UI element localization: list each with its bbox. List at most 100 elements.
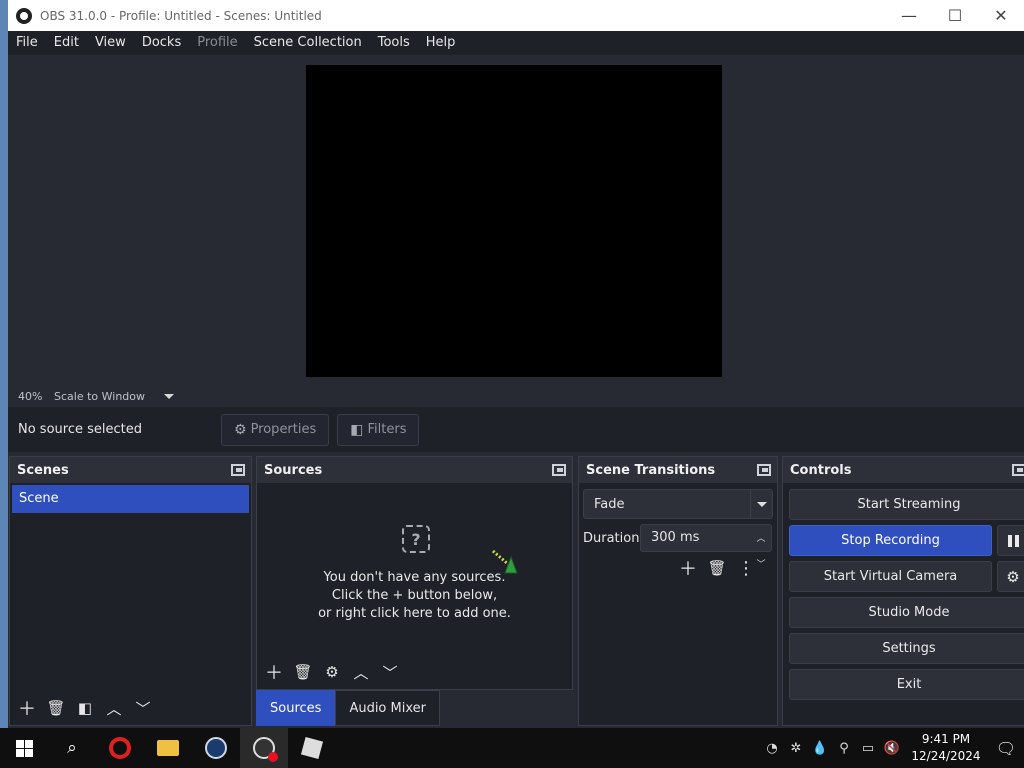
tray-speedometer-icon[interactable]: ◔ (760, 741, 784, 756)
transition-select[interactable]: Fade (583, 489, 773, 519)
remove-source-button[interactable]: 🗑 (290, 659, 316, 685)
volume-muted-icon[interactable]: 🔇 (880, 741, 904, 756)
add-source-button[interactable]: ＋ (261, 659, 287, 685)
start-streaming-button[interactable]: Start Streaming (789, 489, 1024, 520)
taskbar-steam[interactable] (192, 728, 240, 768)
filters-label: Filters (367, 422, 407, 437)
system-tray: ◔ ✲ 💧 ⚲ ▭ 🔇 9:41 PM 12/24/2024 🗨 (760, 728, 1024, 768)
move-source-down-button[interactable]: ﹀ (377, 659, 403, 685)
scale-mode-select[interactable]: Scale to Window (54, 390, 164, 403)
menu-edit[interactable]: Edit (46, 31, 87, 55)
exit-button[interactable]: Exit (789, 669, 1024, 700)
virtual-camera-settings-button[interactable]: ⚙ (997, 561, 1024, 592)
menu-file[interactable]: File (8, 31, 46, 55)
duration-value: 300 ms (651, 530, 700, 545)
title-bar: OBS 31.0.0 - Profile: Untitled - Scenes:… (8, 0, 1024, 31)
menu-help[interactable]: Help (418, 31, 464, 55)
taskbar-file-explorer[interactable] (144, 728, 192, 768)
more-options-icon[interactable]: ⋮ (733, 555, 759, 581)
sources-dock-title: Sources (264, 462, 323, 478)
properties-label: Properties (250, 422, 317, 437)
sources-list[interactable]: ? You don't have any sources. Click the … (257, 483, 572, 663)
desktop-background (0, 0, 8, 728)
start-button[interactable] (0, 728, 48, 768)
undock-icon[interactable] (1012, 464, 1024, 476)
add-scene-button[interactable]: ＋ (14, 695, 40, 721)
pause-icon (1007, 534, 1019, 547)
add-transition-button[interactable]: ＋ (675, 555, 701, 581)
obs-app-icon (16, 7, 32, 24)
scenes-toolbar: ＋ 🗑 ◧ ︿ ﹀ (14, 695, 159, 721)
network-icon[interactable]: ▭ (856, 741, 880, 756)
pause-recording-button[interactable] (997, 525, 1024, 556)
tray-search-icon[interactable]: ⚲ (832, 741, 856, 756)
tray-app-icon[interactable]: ✲ (784, 741, 808, 756)
stop-recording-button[interactable]: Stop Recording (789, 525, 992, 556)
scene-transitions-dock: Scene Transitions Fade Duration 300 ms ︿… (578, 456, 778, 726)
remove-scene-button[interactable]: 🗑 (43, 695, 69, 721)
chevron-down-icon[interactable] (750, 490, 772, 518)
obs-window: OBS 31.0.0 - Profile: Untitled - Scenes:… (8, 0, 1024, 728)
controls-dock-header: Controls (783, 457, 1024, 483)
menu-view[interactable]: View (87, 31, 134, 55)
start-virtual-camera-button[interactable]: Start Virtual Camera (789, 561, 992, 592)
menu-profile[interactable]: Profile (189, 31, 245, 55)
menu-bar: File Edit View Docks Profile Scene Colle… (8, 31, 1024, 55)
taskbar: ⌕ ◔ ✲ 💧 ⚲ ▭ 🔇 9:41 PM 12/24/2024 🗨 (0, 728, 1024, 768)
scenes-dock-title: Scenes (17, 462, 69, 478)
preview-area (8, 55, 1024, 385)
gear-icon: ⚙ (234, 421, 247, 438)
maximize-button[interactable]: ☐ (932, 0, 978, 31)
undock-icon[interactable] (552, 464, 566, 476)
menu-scene-collection[interactable]: Scene Collection (246, 31, 370, 55)
duration-spinbox[interactable]: 300 ms ︿ ﹀ (640, 524, 772, 570)
sources-dock: Sources ? You don't have any sources. Cl… (256, 456, 573, 690)
source-properties-button[interactable]: ⚙ (319, 659, 345, 685)
obs-icon (253, 737, 278, 762)
remove-transition-button[interactable]: 🗑 (704, 555, 730, 581)
transitions-toolbar: ＋ 🗑 ⋮ (675, 555, 759, 581)
duration-stepper[interactable]: ︿ ﹀ (753, 526, 769, 570)
move-scene-down-button[interactable]: ﹀ (130, 695, 156, 721)
settings-button[interactable]: Settings (789, 633, 1024, 664)
sources-toolbar: ＋ 🗑 ⚙ ︿ ﹀ (261, 659, 406, 685)
preview-canvas[interactable] (306, 65, 722, 377)
minimize-button[interactable]: — (886, 0, 932, 31)
close-button[interactable]: ✕ (978, 0, 1024, 31)
chevron-up-icon[interactable]: ︿ (756, 526, 765, 552)
studio-mode-button[interactable]: Studio Mode (789, 597, 1024, 628)
question-mark-icon: ? (402, 525, 430, 553)
taskbar-opera[interactable] (96, 728, 144, 768)
filters-button[interactable]: ◧ Filters (337, 413, 420, 446)
tab-sources[interactable]: Sources (256, 690, 336, 726)
move-scene-up-button[interactable]: ︿ (101, 695, 127, 721)
gear-icon: ⚙ (1006, 567, 1020, 586)
scene-list: Scene (12, 485, 249, 685)
taskbar-clock[interactable]: 9:41 PM 12/24/2024 (904, 731, 988, 765)
clock-date: 12/24/2024 (911, 749, 981, 763)
duration-label: Duration (583, 530, 640, 546)
controls-dock-title: Controls (790, 462, 852, 478)
taskbar-obs[interactable] (240, 728, 288, 768)
dock-tabs: Sources Audio Mixer (256, 690, 440, 726)
undock-icon[interactable] (231, 464, 245, 476)
taskbar-roblox[interactable] (288, 728, 336, 768)
search-icon: ⌕ (67, 738, 77, 758)
menu-docks[interactable]: Docks (134, 31, 189, 55)
empty-sources-line-1: You don't have any sources. (323, 570, 506, 585)
window-controls: — ☐ ✕ (886, 0, 1024, 31)
properties-button[interactable]: ⚙ Properties (221, 413, 330, 446)
tab-audio-mixer[interactable]: Audio Mixer (335, 690, 440, 726)
tray-drop-icon[interactable]: 💧 (808, 741, 832, 756)
search-button[interactable]: ⌕ (48, 728, 96, 768)
move-source-up-button[interactable]: ︿ (348, 659, 374, 685)
opera-icon (109, 737, 131, 759)
notification-icon[interactable]: 🗨 (988, 739, 1024, 758)
scene-filters-button[interactable]: ◧ (72, 695, 98, 721)
undock-icon[interactable] (757, 464, 771, 476)
chevron-down-icon[interactable] (164, 393, 174, 399)
scene-item[interactable]: Scene (12, 485, 249, 513)
scenes-dock: Scenes Scene ＋ 🗑 ◧ ︿ ﹀ (9, 456, 252, 726)
menu-tools[interactable]: Tools (370, 31, 418, 55)
source-context-bar: No source selected ⚙ Properties ◧ Filter… (8, 407, 1024, 452)
